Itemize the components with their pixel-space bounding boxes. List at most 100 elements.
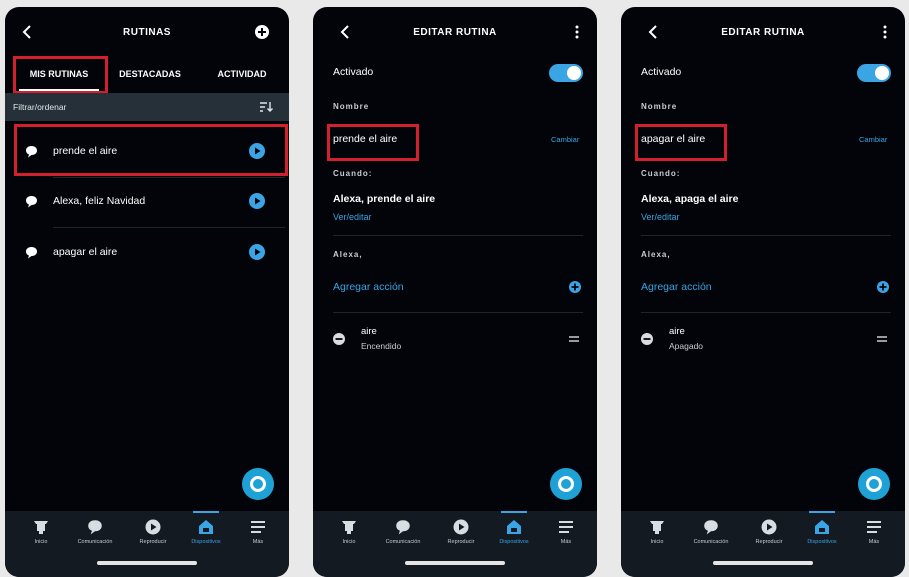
drag-handle-icon[interactable] <box>569 335 579 343</box>
menu-icon <box>867 521 881 533</box>
alexa-button[interactable] <box>858 468 890 500</box>
enabled-toggle[interactable] <box>549 64 583 82</box>
play-circle-icon <box>145 519 161 535</box>
highlight-box-tab <box>13 56 108 94</box>
phone-screen-edit-routine-off: EDITAR RUTINA Activado Nombre apagar el … <box>621 7 905 577</box>
divider <box>641 312 891 313</box>
enabled-toggle[interactable] <box>857 64 891 82</box>
nav-mas[interactable]: Más <box>846 511 902 545</box>
nav-reproducir[interactable]: Reproducir <box>125 511 181 545</box>
divider <box>53 177 285 178</box>
page-title: EDITAR RUTINA <box>721 27 805 38</box>
play-icon[interactable] <box>249 244 265 260</box>
devices-icon <box>507 520 521 534</box>
tab-destacadas[interactable]: DESTACADAS <box>105 57 195 91</box>
menu-icon <box>251 521 265 533</box>
action-state: Encendido <box>361 341 402 351</box>
home-indicator <box>97 561 197 565</box>
home-indicator <box>405 561 505 565</box>
play-circle-icon <box>761 519 777 535</box>
alexa-section-label: Alexa, <box>641 250 671 259</box>
chat-icon <box>704 520 718 535</box>
nav-comunicacion[interactable]: Comunicación <box>67 511 123 545</box>
drag-handle-icon[interactable] <box>877 335 887 343</box>
tab-actividad[interactable]: ACTIVIDAD <box>197 57 287 91</box>
devices-icon <box>815 520 829 534</box>
add-action-link[interactable]: Agregar acción <box>333 281 404 293</box>
change-name-link[interactable]: Cambiar <box>551 135 579 144</box>
menu-icon <box>559 521 573 533</box>
nav-inicio[interactable]: Inicio <box>629 511 685 545</box>
nav-inicio[interactable]: Inicio <box>321 511 377 545</box>
home-icon <box>650 521 664 534</box>
action-device: aire <box>361 326 377 337</box>
filter-bar[interactable]: Filtrar/ordenar <box>5 93 289 121</box>
nav-mas[interactable]: Más <box>230 511 286 545</box>
more-options-icon[interactable] <box>883 25 887 39</box>
highlight-box-name <box>635 124 727 161</box>
highlight-box-routine <box>14 124 288 176</box>
add-action-icon[interactable] <box>877 281 889 293</box>
divider <box>641 235 891 236</box>
nav-comunicacion[interactable]: Comunicación <box>683 511 739 545</box>
view-edit-link[interactable]: Ver/editar <box>641 212 680 222</box>
action-device: aire <box>669 326 685 337</box>
toggle-knob <box>875 66 889 80</box>
enabled-label: Activado <box>333 66 374 78</box>
home-indicator <box>713 561 813 565</box>
divider <box>333 235 583 236</box>
nav-dispositivos[interactable]: Dispositivos <box>486 511 542 545</box>
play-icon[interactable] <box>249 193 265 209</box>
add-action-icon[interactable] <box>569 281 581 293</box>
when-section-label: Cuando: <box>333 169 373 178</box>
routine-name: apagar el aire <box>53 246 118 258</box>
when-section-label: Cuando: <box>641 169 681 178</box>
trigger-phrase: Alexa, apaga el aire <box>641 193 739 205</box>
add-routine-icon[interactable] <box>255 25 269 39</box>
nav-inicio[interactable]: Inicio <box>13 511 69 545</box>
bottom-nav: Inicio Comunicación Reproducir Dispositi… <box>621 511 905 577</box>
bottom-nav: Inicio Comunicación Reproducir Dispositi… <box>313 511 597 577</box>
speech-bubble-icon <box>25 246 38 259</box>
view-edit-link[interactable]: Ver/editar <box>333 212 372 222</box>
routine-row-navidad[interactable]: Alexa, feliz Navidad <box>5 179 289 225</box>
nav-mas[interactable]: Más <box>538 511 594 545</box>
phone-screen-routines: RUTINAS MIS RUTINAS DESTACADAS ACTIVIDAD… <box>5 7 289 577</box>
action-state: Apagado <box>669 341 704 351</box>
remove-action-icon[interactable] <box>333 333 345 345</box>
chat-icon <box>396 520 410 535</box>
remove-action-icon[interactable] <box>641 333 653 345</box>
home-icon <box>342 521 356 534</box>
home-icon <box>34 521 48 534</box>
alexa-button[interactable] <box>550 468 582 500</box>
add-action-link[interactable]: Agregar acción <box>641 281 712 293</box>
chat-icon <box>88 520 102 535</box>
highlight-box-name <box>327 124 419 161</box>
routine-row-apagar[interactable]: apagar el aire <box>5 230 289 276</box>
toggle-knob <box>567 66 581 80</box>
page-title: RUTINAS <box>123 27 171 38</box>
name-section-label: Nombre <box>333 102 370 111</box>
phone-screen-edit-routine-on: EDITAR RUTINA Activado Nombre prende el … <box>313 7 597 577</box>
nav-reproducir[interactable]: Reproducir <box>741 511 797 545</box>
divider <box>333 312 583 313</box>
devices-icon <box>199 520 213 534</box>
name-section-label: Nombre <box>641 102 678 111</box>
nav-comunicacion[interactable]: Comunicación <box>375 511 431 545</box>
play-circle-icon <box>453 519 469 535</box>
filter-label: Filtrar/ordenar <box>13 102 67 112</box>
more-options-icon[interactable] <box>575 25 579 39</box>
bottom-nav: Inicio Comunicación Reproducir Dispositi… <box>5 511 289 577</box>
alexa-button[interactable] <box>242 468 274 500</box>
nav-reproducir[interactable]: Reproducir <box>433 511 489 545</box>
divider <box>53 227 285 228</box>
enabled-label: Activado <box>641 66 682 78</box>
nav-dispositivos[interactable]: Dispositivos <box>178 511 234 545</box>
trigger-phrase: Alexa, prende el aire <box>333 193 436 205</box>
nav-dispositivos[interactable]: Dispositivos <box>794 511 850 545</box>
speech-bubble-icon <box>25 195 38 208</box>
change-name-link[interactable]: Cambiar <box>859 135 887 144</box>
sort-icon[interactable] <box>259 101 273 113</box>
page-title: EDITAR RUTINA <box>413 27 497 38</box>
routine-name: Alexa, feliz Navidad <box>53 195 146 207</box>
